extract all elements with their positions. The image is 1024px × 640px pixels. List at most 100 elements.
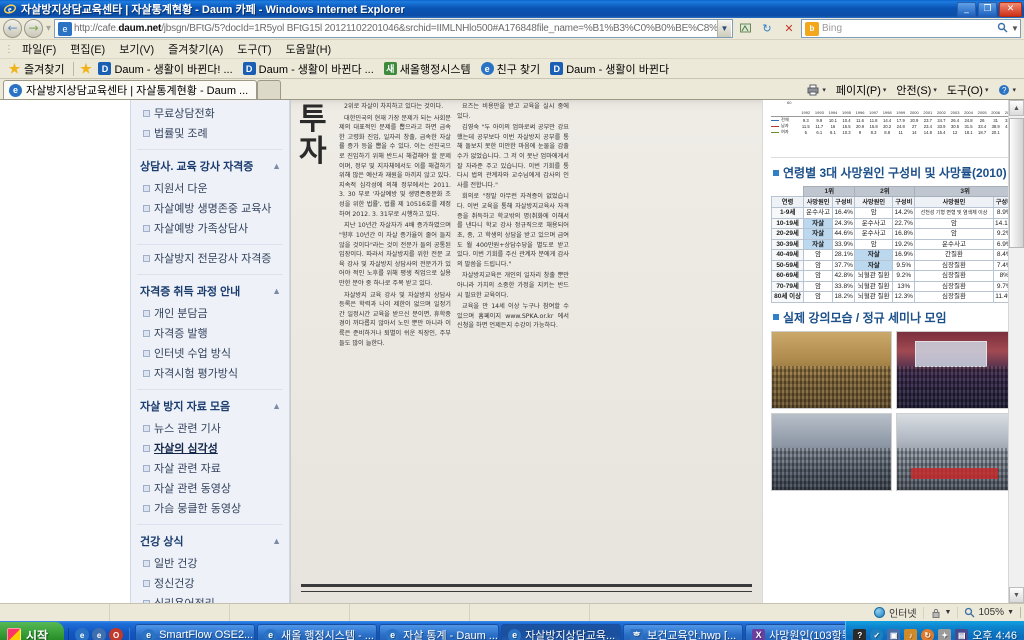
add-favorite-icon[interactable]: ★ <box>79 61 92 76</box>
scrollbar-thumb[interactable] <box>1009 118 1024 248</box>
sidebar-group-header[interactable]: 자격증 취득 과정 안내 ▲ <box>137 278 283 303</box>
chevron-down-icon[interactable]: ▾ <box>822 86 826 94</box>
mortality-table: 1위 2위 3위 연령 사망원인 구성비 사망원인 구성비 사망원인 구성비 1… <box>770 185 1017 303</box>
favorites-button[interactable]: ★ 즐겨찾기 <box>4 60 68 78</box>
help-icon[interactable]: ? ▾ <box>994 83 1020 97</box>
menu-item-edit[interactable]: 편집(E) <box>63 39 112 59</box>
chevron-up-icon[interactable]: ▲ <box>272 536 281 546</box>
stop-icon[interactable]: ✕ <box>779 19 799 38</box>
page-left-margin <box>0 100 130 603</box>
favorite-item-0[interactable]: D Daum - 생활이 바뀐다! ... <box>94 60 236 78</box>
minimize-button[interactable]: _ <box>957 1 976 17</box>
task-hwp-document[interactable]: ᄒ 보건교육안.hwp [... <box>623 624 744 640</box>
sidebar-item-psych-terms[interactable]: 심리용어정리 <box>137 593 283 603</box>
new-tab-button[interactable] <box>257 80 282 99</box>
favorite-item-2[interactable]: 새 새올행정시스템 <box>380 60 475 78</box>
sidebar-item-severity-of-suicide[interactable]: 자살의 심각성 <box>137 438 283 458</box>
photo-auditorium-group[interactable] <box>771 412 892 491</box>
task-saeol-admin[interactable]: e 새올 행정시스템 - ... <box>257 624 378 640</box>
sidebar-item-law-ordinance[interactable]: 법률및 조례 <box>137 123 283 143</box>
sidebar-item-family-counselor[interactable]: 자살예방 가족상담사 <box>137 218 283 238</box>
tab-tool-tools[interactable]: 도구(O) ▾ <box>943 81 993 99</box>
cell-pct1: 16.4% <box>831 207 856 219</box>
menu-item-file[interactable]: 파일(F) <box>15 39 63 59</box>
security-zone[interactable]: 인터넷 <box>868 605 923 620</box>
speaker-icon[interactable]: ♪ <box>904 628 918 640</box>
scroll-up-arrow-icon[interactable]: ▲ <box>1009 100 1024 116</box>
photos-section: 실제 강의모습 / 정규 세미나 모임 <box>771 309 1016 491</box>
favorite-item-1[interactable]: D Daum - 생활이 바뀐다 ... <box>239 60 378 78</box>
sidebar-item-life-respect-educator[interactable]: 자살예방 생명존중 교육사 <box>137 198 283 218</box>
tab-tool-page[interactable]: 페이지(P) ▾ <box>832 81 891 99</box>
menu-item-view[interactable]: 보기(V) <box>112 39 161 59</box>
security-icon[interactable]: ▤ <box>955 628 969 640</box>
vertical-scrollbar[interactable]: ▲ ▼ <box>1008 100 1024 603</box>
bing-icon: b <box>805 21 819 36</box>
search-chevron-down-icon[interactable]: ▼ <box>1011 24 1020 33</box>
sidebar-item-internet-class-method[interactable]: 인터넷 수업 방식 <box>137 343 283 363</box>
network-icon[interactable]: ▣ <box>887 628 901 640</box>
photo-seminar-projection[interactable] <box>895 330 1016 409</box>
url-input[interactable]: e http://cafe.daum.net/jbsgn/BFtG/5?docI… <box>54 19 733 38</box>
sidebar-item-suicide-materials[interactable]: 자살 관련 자료 <box>137 458 283 478</box>
chevron-up-icon[interactable]: ▲ <box>272 161 281 171</box>
clock-label[interactable]: 오후 4:46 <box>972 627 1017 640</box>
help-icon[interactable]: ? <box>853 628 867 640</box>
sidebar-item-news-articles[interactable]: 뉴스 관련 기사 <box>137 418 283 438</box>
task-counseling-center[interactable]: e 자살방지상담교육... <box>501 624 622 640</box>
sidebar-item-personal-fee[interactable]: 개인 분담금 <box>137 303 283 323</box>
sidebar-item-specialist-instructor-cert[interactable]: 자살방지 전문강사 자격증 <box>137 248 283 268</box>
menu-item-help[interactable]: 도움말(H) <box>279 39 339 59</box>
zoom-control[interactable]: 105% ▼ <box>957 607 1020 618</box>
cell-age: 70-79세 <box>770 280 805 293</box>
favorite-item-3[interactable]: e 친구 찾기 <box>477 60 545 78</box>
sidebar-group-header[interactable]: 상담사. 교육 강사 자격증 ▲ <box>137 153 283 178</box>
refresh-icon[interactable]: ↻ <box>757 19 777 38</box>
task-excel-causes[interactable]: X 사망원인(103항목)... <box>745 624 846 640</box>
ie-outline-icon[interactable]: e <box>92 628 107 640</box>
search-input[interactable]: b Bing ▼ <box>801 19 1021 38</box>
sidebar-group-header[interactable]: 자살 방지 자료 모음 ▲ <box>137 393 283 418</box>
favorite-item-4[interactable]: D Daum - 생활이 바뀐다 <box>546 60 673 78</box>
sidebar-item-suicide-videos[interactable]: 자살 관련 동영상 <box>137 478 283 498</box>
sidebar-item-mental-health[interactable]: 정신건강 <box>137 573 283 593</box>
back-icon[interactable]: ← <box>3 19 22 38</box>
ie-blue-icon[interactable]: e <box>75 628 90 640</box>
tab-active[interactable]: e 자살방지상담교육센타 | 자살통계현황 - Daum ... <box>3 80 258 99</box>
sidebar-item-application-download[interactable]: 지원서 다운 <box>137 178 283 198</box>
restore-button[interactable]: ❐ <box>978 1 997 17</box>
menu-item-tools[interactable]: 도구(T) <box>230 39 278 59</box>
photo-group-photo-banner[interactable] <box>895 412 1016 491</box>
photo-lecture-hall-1[interactable] <box>771 330 892 409</box>
sidebar-item-exam-evaluation[interactable]: 자격시험 평가방식 <box>137 363 283 383</box>
tab-tool-safety[interactable]: 안전(S) ▾ <box>892 81 940 99</box>
sidebar-item-touching-videos[interactable]: 가슴 뭉클한 동영상 <box>137 498 283 518</box>
sidebar-item-general-health[interactable]: 일반 건강 <box>137 553 283 573</box>
shield-icon[interactable]: ✓ <box>870 628 884 640</box>
sidebar-group-header[interactable]: 건강 상식 ▲ <box>137 528 283 553</box>
start-button[interactable]: 시작 <box>0 622 65 640</box>
task-suicide-stats[interactable]: e 자살 통계 - Daum ... <box>379 624 500 640</box>
chevron-up-icon[interactable]: ▲ <box>272 401 281 411</box>
bullet-icon <box>143 329 150 337</box>
bullet-icon <box>143 224 150 232</box>
close-button[interactable]: ✕ <box>999 1 1022 17</box>
chevron-down-icon[interactable]: ▼ <box>1007 609 1014 616</box>
chevron-down-icon[interactable]: ▼ <box>717 20 731 37</box>
scroll-down-arrow-icon[interactable]: ▼ <box>1009 587 1024 603</box>
search-icon[interactable] <box>993 22 1011 36</box>
chevron-up-icon[interactable]: ▲ <box>272 286 281 296</box>
menu-item-favorites[interactable]: 즐겨찾기(A) <box>161 39 230 59</box>
update-icon[interactable]: ↻ <box>921 628 935 640</box>
protected-mode[interactable]: ▼ <box>922 606 958 619</box>
compatibility-icon[interactable] <box>735 19 755 38</box>
forward-icon[interactable]: → <box>24 19 43 38</box>
print-icon[interactable]: ▾ <box>802 83 830 97</box>
resize-grip[interactable] <box>1020 607 1024 618</box>
flash-icon[interactable]: ✦ <box>938 628 952 640</box>
opera-icon[interactable]: O <box>109 628 124 640</box>
sidebar-item-certificate-issue[interactable]: 자격증 발행 <box>137 323 283 343</box>
task-smartflow[interactable]: e SmartFlow OSE2... <box>135 624 256 640</box>
sidebar-item-free-counseling-phone[interactable]: 무료상담전화 <box>137 103 283 123</box>
chevron-down-icon[interactable]: ▼ <box>945 609 952 616</box>
